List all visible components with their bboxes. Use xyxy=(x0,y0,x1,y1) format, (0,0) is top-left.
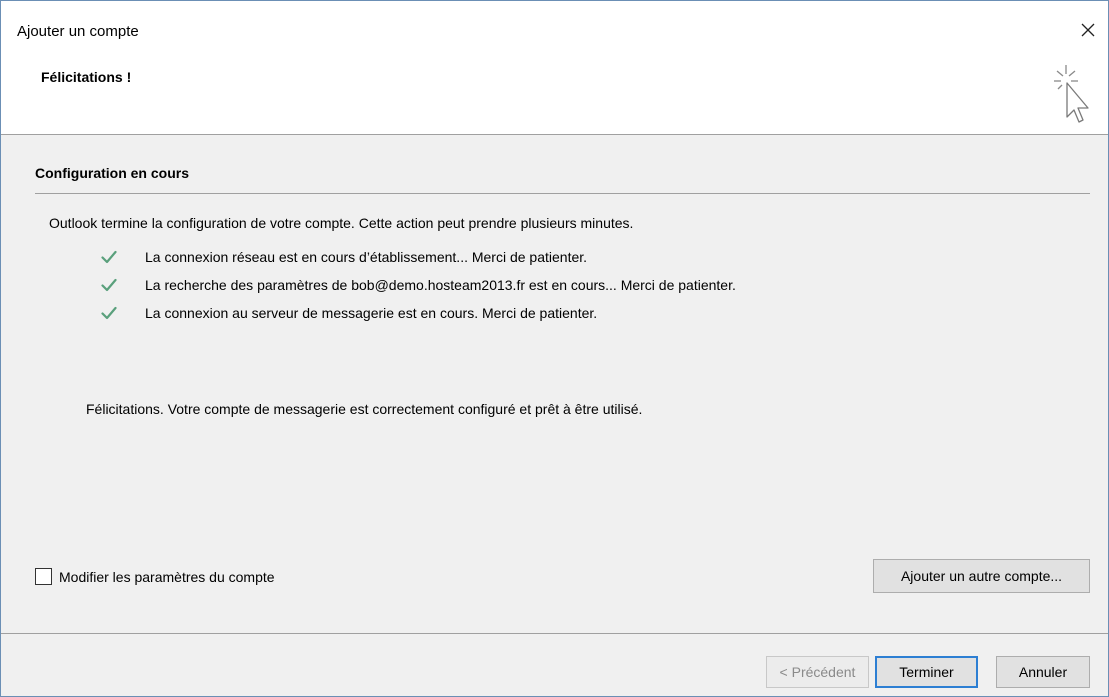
dialog-header: Félicitations ! xyxy=(1,59,1108,135)
step-text: La recherche des paramètres de bob@demo.… xyxy=(145,277,736,293)
checkmark-icon xyxy=(101,275,145,295)
finish-button[interactable]: Terminer xyxy=(875,656,978,688)
add-account-dialog: Ajouter un compte Félicitations ! Config… xyxy=(0,0,1109,697)
modify-settings-label[interactable]: Modifier les paramètres du compte xyxy=(59,569,275,585)
step-text: La connexion au serveur de messagerie es… xyxy=(145,305,598,321)
progress-steps: La connexion réseau est en cours d’établ… xyxy=(101,243,736,327)
progress-step: La recherche des paramètres de bob@demo.… xyxy=(101,271,736,299)
checkmark-icon xyxy=(101,303,145,323)
progress-step: La connexion réseau est en cours d’établ… xyxy=(101,243,736,271)
intro-text: Outlook termine la configuration de votr… xyxy=(49,215,634,231)
close-button[interactable] xyxy=(1068,13,1108,47)
modify-settings-option[interactable]: Modifier les paramètres du compte xyxy=(35,568,275,585)
sparkle-cursor-icon xyxy=(1054,65,1089,123)
window-title: Ajouter un compte xyxy=(17,23,139,40)
title-bar: Ajouter un compte xyxy=(1,1,1108,59)
step-text: La connexion réseau est en cours d’établ… xyxy=(145,249,588,265)
cancel-button[interactable]: Annuler xyxy=(996,656,1090,688)
success-message: Félicitations. Votre compte de messageri… xyxy=(86,401,643,417)
configuration-panel: Configuration en cours Outlook termine l… xyxy=(1,136,1108,633)
checkmark-icon xyxy=(101,247,145,267)
previous-button[interactable]: < Précédent xyxy=(766,656,869,688)
section-title: Configuration en cours xyxy=(35,165,189,181)
header-title: Félicitations ! xyxy=(41,69,132,85)
progress-step: La connexion au serveur de messagerie es… xyxy=(101,299,736,327)
section-divider xyxy=(35,193,1090,194)
modify-settings-checkbox[interactable] xyxy=(35,568,52,585)
close-icon xyxy=(1081,23,1095,37)
footer-divider xyxy=(1,633,1108,634)
add-another-account-button[interactable]: Ajouter un autre compte... xyxy=(873,559,1090,593)
